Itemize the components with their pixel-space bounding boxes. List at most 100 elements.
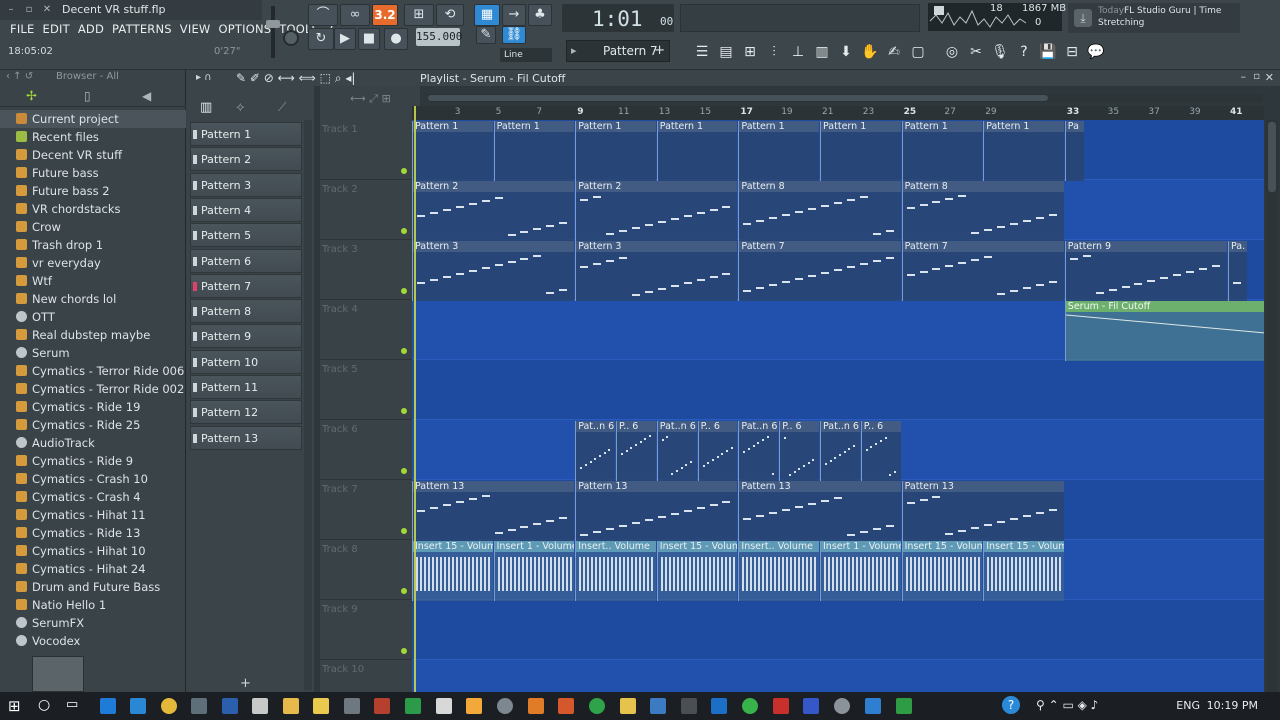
pattern-clip[interactable]: Insert 1 - Volume (493, 541, 575, 601)
pattern-clip[interactable]: Pattern 13 (412, 481, 575, 541)
pattern-clip[interactable]: Pa (1064, 121, 1085, 181)
browser-item[interactable]: Future bass (0, 164, 186, 182)
project-info-icon[interactable]: ▢ (908, 42, 928, 62)
pattern-clip[interactable]: P.. 6 (616, 421, 656, 481)
pattern-clip[interactable]: Insert 15 - Volume (983, 541, 1064, 601)
download-icon[interactable]: ⤓ (1074, 9, 1092, 27)
tray-icons[interactable]: ⚲ ⌃ ▭ ◈ ♪ (1036, 698, 1098, 712)
help-tray-icon[interactable]: ? (1002, 696, 1020, 714)
track-header[interactable]: Track 5 (320, 360, 412, 420)
calculator-icon[interactable] (436, 698, 452, 714)
pattern-clip[interactable]: Insert 15 - Volume (412, 541, 493, 601)
app-orange-icon[interactable] (528, 698, 544, 714)
browser-icon[interactable]: ▥ (812, 42, 832, 62)
loop-record-icon[interactable]: ⟲ (436, 4, 464, 26)
pattern-clip[interactable]: Pattern 1 (983, 121, 1064, 181)
pattern-item[interactable]: Pattern 6 (190, 248, 302, 273)
playlist-window-icon[interactable]: ☰ (692, 42, 712, 62)
search-icon[interactable]: ○ (38, 697, 50, 713)
save-icon[interactable]: 💾 (1038, 42, 1058, 62)
pattern-item[interactable]: Pattern 1 (190, 122, 302, 146)
browser-item[interactable]: Recent files (0, 128, 186, 146)
browser-item[interactable]: SerumFX (0, 614, 186, 632)
pattern-clip[interactable]: Pattern 8 (901, 181, 1064, 241)
picker-scrollbar[interactable] (304, 120, 312, 690)
countdown-button[interactable]: 3.2 (372, 4, 398, 26)
browser-item[interactable]: Current project (0, 110, 186, 128)
browser-item[interactable]: Cymatics - Ride 13 (0, 524, 186, 542)
steam-icon[interactable] (497, 698, 513, 714)
master-volume-slider[interactable] (266, 6, 280, 58)
picker-automation-icon[interactable]: ⟋ (278, 100, 286, 115)
pattern-clip[interactable]: Pat..n 6 (575, 421, 615, 481)
pattern-mode-icon[interactable]: ▦ (474, 4, 500, 26)
app-green-icon[interactable] (405, 698, 421, 714)
pattern-item[interactable]: Pattern 3 (190, 172, 302, 197)
add-pattern-icon[interactable]: + (654, 43, 665, 58)
pattern-clip[interactable]: Insert.. Volume (738, 541, 819, 601)
play-icon[interactable]: ▶ (334, 28, 356, 50)
wait-icon[interactable]: ∞ (340, 4, 370, 26)
pattern-clip[interactable]: Pat..n 6 (656, 421, 697, 481)
pencil-icon[interactable]: ✎ (476, 26, 496, 44)
restore-icon[interactable]: ▫ (22, 3, 36, 17)
track-header[interactable]: Track 3 (320, 240, 412, 300)
close-icon[interactable]: ✕ (40, 3, 54, 17)
browser-item[interactable]: New chords lol (0, 290, 186, 308)
pattern-clip[interactable]: Pattern 1 (493, 121, 575, 181)
time-display[interactable]: 1:01 00 (562, 4, 674, 32)
app-red-icon[interactable] (374, 698, 390, 714)
track-mute-led[interactable] (401, 588, 407, 594)
app-yellow-icon[interactable] (620, 698, 636, 714)
metronome-icon[interactable]: ⌒ (308, 4, 338, 26)
browser-view-icon[interactable]: ▯ (84, 89, 91, 103)
loop-icon[interactable]: ↻ (308, 28, 334, 50)
scroll-thumb[interactable] (428, 95, 1048, 101)
track-mute-led[interactable] (401, 228, 407, 234)
pattern-item[interactable]: Pattern 13 (190, 425, 302, 450)
track-mute-led[interactable] (401, 468, 407, 474)
snap-selector[interactable]: Line (500, 48, 552, 62)
pattern-clip[interactable]: Serum - Fil Cutoff (1064, 301, 1264, 361)
start-icon[interactable]: ⊞ (8, 697, 21, 715)
master-pitch-knob[interactable] (283, 30, 299, 46)
add-pattern-button[interactable]: + (240, 676, 251, 691)
browser-item[interactable]: Cymatics - Ride 19 (0, 398, 186, 416)
edge-icon[interactable] (100, 698, 116, 714)
browser-search-icon[interactable]: ◀ (142, 89, 151, 103)
news-panel[interactable]: ⤓ Today FL Studio Guru | Time Stretching (1068, 3, 1240, 33)
app-circle-icon[interactable] (834, 698, 850, 714)
obs-icon[interactable] (558, 698, 574, 714)
app-blue-icon[interactable] (650, 698, 666, 714)
pattern-item[interactable]: Pattern 11 (190, 375, 302, 399)
track-mute-led[interactable] (401, 648, 407, 654)
browser-item[interactable]: Cymatics - Crash 10 (0, 470, 186, 488)
pattern-selector[interactable]: ▸ Pattern 7 + (566, 40, 670, 62)
pattern-item[interactable]: Pattern 10 (190, 349, 302, 374)
pattern-clip[interactable]: P.. 6 (697, 421, 738, 481)
browser-item[interactable]: AudioTrack (0, 434, 186, 452)
track-header[interactable]: Track 4 (320, 300, 412, 360)
pattern-clip[interactable]: Pattern 7 (901, 241, 1064, 301)
app-green3-icon[interactable] (896, 698, 912, 714)
pattern-clip[interactable]: Pa. 9 (1228, 241, 1248, 301)
draw-tool-icons[interactable]: ✎ ✐ ⊘ ⟷ ⟺ ⬚ ⌕ ◂| (236, 71, 355, 86)
cpu-icon[interactable]: ◎ (942, 42, 962, 62)
stop-icon[interactable]: ■ (358, 28, 380, 50)
browser-item[interactable]: Future bass 2 (0, 182, 186, 200)
pattern-item[interactable]: Pattern 5 (190, 223, 302, 248)
pattern-item[interactable]: Pattern 7 (190, 273, 302, 298)
explorer-icon[interactable] (283, 698, 299, 714)
pattern-clip[interactable]: Pattern 3 (575, 241, 738, 301)
playlist-maximize-icon[interactable]: ▫ (1253, 71, 1260, 82)
menu-patterns[interactable]: PATTERNS (108, 22, 176, 38)
spotify-icon[interactable] (589, 698, 605, 714)
track-lane[interactable] (412, 360, 1264, 420)
pattern-clip[interactable]: Pattern 1 (575, 121, 656, 181)
browser-item[interactable]: Decent VR stuff (0, 146, 186, 164)
browser-item[interactable]: OTT (0, 308, 186, 326)
stamp-icon[interactable]: ♣ (528, 4, 552, 26)
photos-icon[interactable] (344, 698, 360, 714)
mixer-icon[interactable]: ⫶ (764, 42, 784, 62)
browser-item[interactable]: VR chordstacks (0, 200, 186, 218)
